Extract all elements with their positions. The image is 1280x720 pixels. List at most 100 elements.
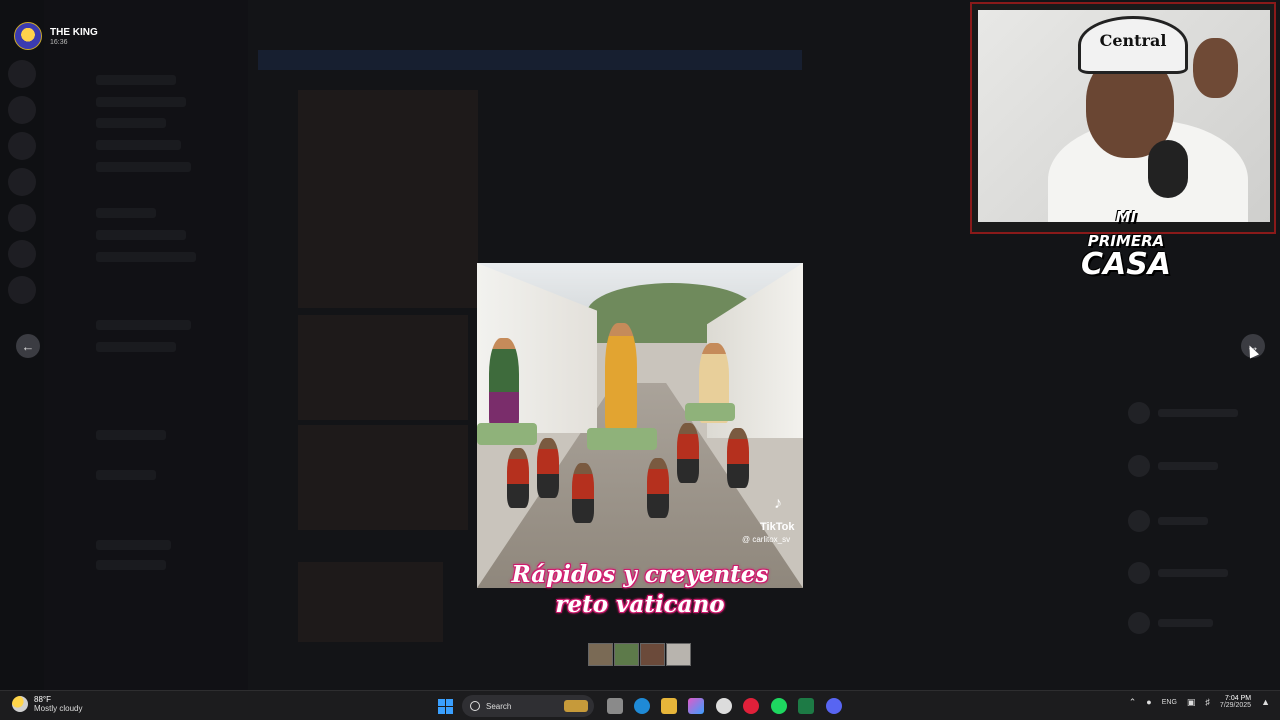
uploader-info: THE KING 16:36 xyxy=(50,27,98,46)
taskbar-search[interactable]: Search xyxy=(462,695,594,717)
stream-logo-line-1: MI PRIMERA xyxy=(1087,208,1165,250)
previous-media-button[interactable]: ← xyxy=(16,334,40,358)
search-label: Search xyxy=(486,701,512,711)
arrow-left-icon: ← xyxy=(21,338,35,354)
channel-row xyxy=(96,430,166,440)
float-flowers xyxy=(587,428,657,450)
member-name xyxy=(1158,619,1213,627)
weather-icon xyxy=(12,696,28,712)
watermark-handle: @ carlitox_sv xyxy=(742,535,791,544)
edge-icon[interactable] xyxy=(634,698,650,714)
system-tray: ⌃ ● ENG ▣ ♯ 7:04 PM 7/29/2025 ▲ xyxy=(1129,695,1270,709)
taskbar-clock[interactable]: 7:04 PM 7/29/2025 xyxy=(1220,695,1251,709)
media-caption: Rápidos y creyentes reto vaticano xyxy=(477,560,803,620)
weather-widget[interactable]: 88°F Mostly cloudy xyxy=(12,695,82,713)
member-name xyxy=(1158,517,1208,525)
runner-figure xyxy=(572,463,594,523)
channel-row xyxy=(96,252,196,262)
channel-row xyxy=(96,75,176,85)
weather-temp: 88°F xyxy=(34,695,51,704)
runner-figure xyxy=(537,438,559,498)
media-viewer-image[interactable]: ♪ TikTok @ carlitox_sv xyxy=(477,263,803,588)
tiktok-icon: ♪ xyxy=(774,495,782,512)
chrome-icon[interactable] xyxy=(716,698,732,714)
streamer-hand xyxy=(1193,38,1238,98)
search-highlight-icon xyxy=(564,700,588,712)
member-name xyxy=(1158,569,1228,577)
caption-line-2: reto vaticano xyxy=(555,591,725,618)
weather-text: 88°F Mostly cloudy xyxy=(34,695,82,713)
thumbnail-strip xyxy=(588,643,691,666)
avatar xyxy=(14,22,42,50)
caption-line-1: Rápidos y creyentes xyxy=(511,561,769,588)
upload-time: 16:36 xyxy=(50,38,68,46)
channel-row xyxy=(96,118,166,128)
server-icon xyxy=(8,132,36,160)
stream-logo-line-2: CASA xyxy=(1080,247,1172,282)
network-icon[interactable]: ▣ xyxy=(1187,697,1196,708)
runner-figure xyxy=(727,428,749,488)
windows-taskbar: 88°F Mostly cloudy Search ⌃ ● ENG ▣ ♯ 7:… xyxy=(0,690,1280,720)
server-icon xyxy=(8,204,36,232)
channel-row xyxy=(96,140,181,150)
member-name xyxy=(1158,409,1238,417)
runner-figure xyxy=(507,448,529,508)
volume-icon[interactable]: ♯ xyxy=(1205,697,1210,707)
server-icon xyxy=(8,168,36,196)
server-icon xyxy=(8,60,36,88)
channel-row xyxy=(96,320,191,330)
clock-date: 7/29/2025 xyxy=(1219,702,1252,709)
stream-logo: MI PRIMERA CASA xyxy=(1076,205,1176,282)
member-avatar xyxy=(1128,562,1150,584)
chat-image xyxy=(298,425,468,530)
clock-time: 7:04 PM xyxy=(1225,695,1252,702)
search-icon xyxy=(470,701,480,711)
discord-icon[interactable] xyxy=(826,698,842,714)
statue-figure xyxy=(605,323,637,433)
statue-figure xyxy=(489,338,519,428)
chat-image xyxy=(298,90,478,308)
member-avatar xyxy=(1128,455,1150,477)
channel-row xyxy=(96,342,176,352)
notice-bar xyxy=(258,50,802,70)
chevron-up-icon[interactable]: ⌃ xyxy=(1129,697,1137,708)
thumbnail[interactable] xyxy=(640,643,665,666)
microphone-icon[interactable]: ● xyxy=(1146,697,1151,707)
windows-start-icon[interactable] xyxy=(438,699,453,714)
server-icon xyxy=(8,96,36,124)
streamer-cap: Central xyxy=(1078,16,1188,74)
opera-icon[interactable] xyxy=(743,698,759,714)
thumbnail[interactable] xyxy=(614,643,639,666)
channel-row xyxy=(96,162,191,172)
channel-list xyxy=(44,0,248,690)
language-indicator[interactable]: ENG xyxy=(1162,699,1177,706)
runner-figure xyxy=(677,423,699,483)
thumbnail[interactable] xyxy=(588,643,613,666)
weather-desc: Mostly cloudy xyxy=(34,704,83,713)
microphone xyxy=(1148,140,1188,198)
float-flowers xyxy=(685,403,735,421)
member-name xyxy=(1158,462,1218,470)
uploader-card[interactable]: THE KING 16:36 xyxy=(14,22,98,50)
chat-image xyxy=(298,315,468,420)
float-flowers xyxy=(477,423,537,445)
channel-row xyxy=(96,560,166,570)
server-icon xyxy=(8,276,36,304)
member-avatar xyxy=(1128,510,1150,532)
spotify-icon[interactable] xyxy=(771,698,787,714)
chat-image xyxy=(298,562,443,642)
channel-row xyxy=(96,208,156,218)
server-icon xyxy=(8,240,36,268)
notification-bell-icon[interactable]: ▲ xyxy=(1261,697,1270,707)
copilot-icon[interactable] xyxy=(688,698,704,714)
watermark-brand: TikTok xyxy=(760,521,795,533)
webcam-video: Central xyxy=(978,10,1270,222)
channel-row xyxy=(96,470,156,480)
excel-icon[interactable] xyxy=(798,698,814,714)
folder-icon[interactable] xyxy=(661,698,677,714)
file-explorer-icon[interactable] xyxy=(607,698,623,714)
uploader-name: THE KING xyxy=(50,26,98,38)
runner-figure xyxy=(647,458,669,518)
thumbnail[interactable] xyxy=(666,643,691,666)
member-avatar xyxy=(1128,402,1150,424)
